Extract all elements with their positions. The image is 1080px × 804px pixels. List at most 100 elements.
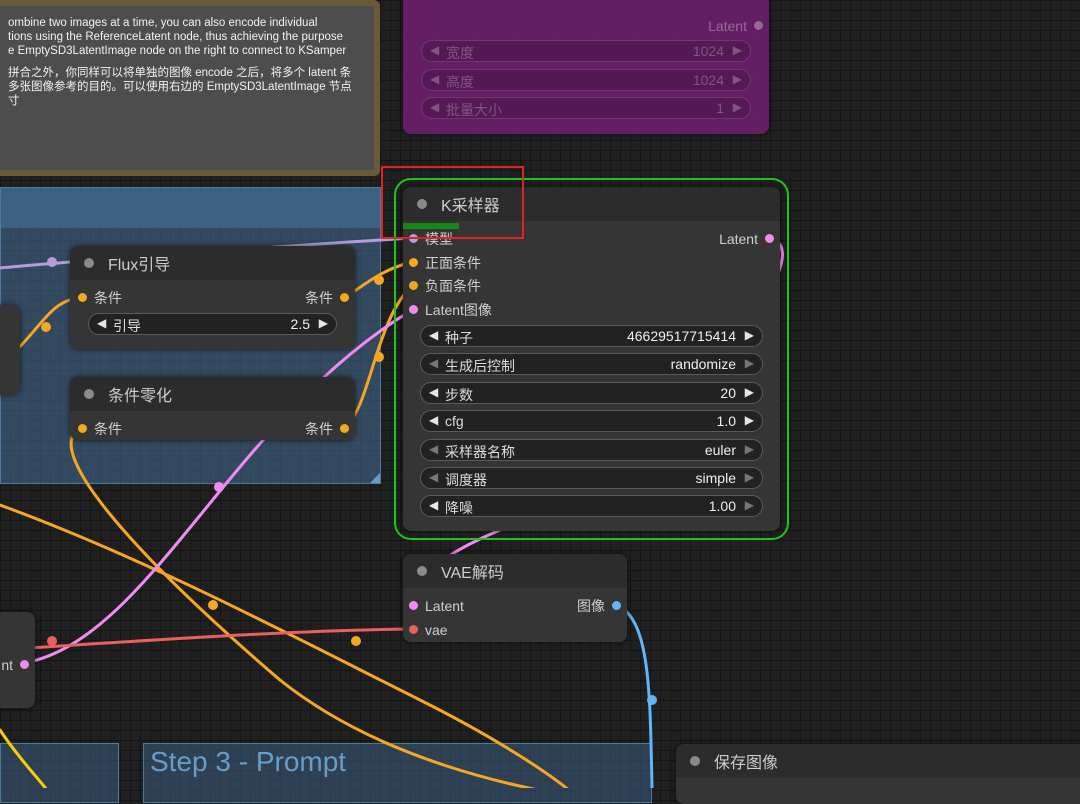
widget-label: 步数 (445, 387, 473, 403)
latent-output-dot[interactable] (754, 21, 763, 30)
cfg-widget[interactable]: ◀ cfg 1.0 ▶ (420, 410, 763, 432)
vae-input-dot[interactable] (409, 625, 418, 634)
decrement-icon[interactable]: ◀ (429, 356, 438, 370)
model-input-dot[interactable] (409, 234, 418, 243)
latent-input-dot[interactable] (409, 305, 418, 314)
increment-icon[interactable]: ▶ (745, 328, 754, 342)
increment-icon[interactable]: ▶ (745, 470, 754, 484)
increment-icon[interactable]: ▶ (733, 43, 742, 57)
node-header[interactable]: Flux引导 (70, 246, 355, 280)
image-output-dot[interactable] (612, 601, 621, 610)
partial-node-left-upper[interactable] (0, 305, 20, 395)
input-slot-conditioning[interactable]: 条件 (78, 421, 122, 437)
positive-input-dot[interactable] (409, 258, 418, 267)
increment-icon[interactable]: ▶ (733, 100, 742, 114)
slot-label: 模型 (425, 231, 453, 247)
decrement-icon[interactable]: ◀ (429, 498, 438, 512)
node-header[interactable]: K采样器 (403, 187, 780, 221)
vae-decode-node[interactable]: VAE解码 Latent vae 图像 (403, 554, 627, 642)
slot-label: Latent (425, 598, 464, 614)
slot-label: vae (425, 622, 448, 638)
latent-input-dot[interactable] (409, 601, 418, 610)
collapse-dot[interactable] (84, 389, 94, 399)
node-title: 条件零化 (108, 388, 173, 405)
widget-label: cfg (445, 413, 464, 429)
widget-label: 调度器 (445, 472, 487, 488)
conditioning-zero-out-node[interactable]: 条件零化 条件 条件 (70, 377, 355, 440)
seed-widget[interactable]: ◀ 种子 46629517715414 ▶ (420, 325, 763, 347)
decrement-icon[interactable]: ◀ (430, 100, 439, 114)
output-slot-image[interactable]: 图像 (577, 598, 621, 614)
steps-widget[interactable]: ◀ 步数 20 ▶ (420, 382, 763, 404)
collapse-dot[interactable] (417, 199, 427, 209)
negative-input-dot[interactable] (409, 281, 418, 290)
input-slot-vae[interactable]: vae (409, 622, 448, 638)
denoise-widget[interactable]: ◀ 降噪 1.00 ▶ (420, 495, 763, 517)
latent-output-slot[interactable]: Latent (708, 18, 763, 34)
increment-icon[interactable]: ▶ (733, 72, 742, 86)
ksampler-node[interactable]: K采样器 模型 正面条件 负面条件 Latent图像 Latent ◀ 种子 4… (394, 178, 789, 540)
partial-node-left-lower[interactable]: nt (0, 612, 35, 708)
slot-label: 图像 (577, 598, 605, 614)
control-after-generate-widget[interactable]: ◀ 生成后控制 randomize ▶ (420, 353, 763, 375)
increment-icon[interactable]: ▶ (745, 413, 754, 427)
increment-icon[interactable]: ▶ (319, 316, 328, 330)
collapse-dot[interactable] (690, 756, 700, 766)
input-slot-latent[interactable]: Latent (409, 598, 464, 614)
decrement-icon[interactable]: ◀ (430, 43, 439, 57)
output-slot-latent[interactable]: nt (1, 657, 29, 673)
slot-label: Latent图像 (425, 302, 492, 318)
slot-label: 条件 (305, 421, 333, 437)
flux-guidance-node[interactable]: Flux引导 条件 条件 ◀ 引导 2.5 ▶ (70, 246, 355, 349)
conditioning-input-dot[interactable] (78, 424, 87, 433)
conditioning-output-dot[interactable] (340, 293, 349, 302)
save-image-node[interactable]: 保存图像 (676, 744, 1080, 804)
decrement-icon[interactable]: ◀ (429, 442, 438, 456)
increment-icon[interactable]: ▶ (745, 356, 754, 370)
conditioning-output-dot[interactable] (340, 424, 349, 433)
decrement-icon[interactable]: ◀ (430, 72, 439, 86)
node-header[interactable]: VAE解码 (403, 554, 627, 588)
input-slot-negative[interactable]: 负面条件 (409, 278, 481, 294)
widget-label: 种子 (445, 330, 473, 346)
conditioning-input-dot[interactable] (78, 293, 87, 302)
widget-value: 46629517715414 (626, 328, 736, 344)
widget-value: 1.0 (716, 413, 736, 429)
scheduler-widget[interactable]: ◀ 调度器 simple ▶ (420, 467, 763, 489)
output-slot-latent[interactable]: Latent (719, 231, 774, 247)
node-title: VAE解码 (441, 565, 504, 582)
input-slot-model[interactable]: 模型 (409, 231, 453, 247)
node-title: K采样器 (441, 198, 500, 215)
input-slot-latent-image[interactable]: Latent图像 (409, 302, 492, 318)
node-title: Flux引导 (108, 257, 171, 274)
latent-output-dot[interactable] (765, 234, 774, 243)
latent-output-dot[interactable] (20, 660, 29, 669)
slot-label: 负面条件 (425, 278, 481, 294)
input-slot-conditioning[interactable]: 条件 (78, 290, 122, 306)
collapse-dot[interactable] (84, 258, 94, 268)
width-widget[interactable]: ◀ 宽度 1024 ▶ (421, 40, 751, 62)
batch-size-widget[interactable]: ◀ 批量大小 1 ▶ (421, 97, 751, 119)
decrement-icon[interactable]: ◀ (429, 328, 438, 342)
decrement-icon[interactable]: ◀ (429, 470, 438, 484)
empty-latent-node[interactable]: Latent ◀ 宽度 1024 ▶ ◀ 高度 1024 ▶ ◀ 批量大小 1 … (403, 0, 769, 134)
increment-icon[interactable]: ▶ (745, 385, 754, 399)
decrement-icon[interactable]: ◀ (429, 385, 438, 399)
output-slot-conditioning[interactable]: 条件 (305, 421, 349, 437)
node-header[interactable]: 条件零化 (70, 377, 355, 411)
input-slot-positive[interactable]: 正面条件 (409, 255, 481, 271)
decrement-icon[interactable]: ◀ (429, 413, 438, 427)
widget-label: 降噪 (445, 500, 473, 516)
height-widget[interactable]: ◀ 高度 1024 ▶ (421, 69, 751, 91)
node-header[interactable]: 保存图像 (676, 744, 1080, 778)
increment-icon[interactable]: ▶ (745, 498, 754, 512)
increment-icon[interactable]: ▶ (745, 442, 754, 456)
decrement-icon[interactable]: ◀ (97, 316, 106, 330)
sampler-name-widget[interactable]: ◀ 采样器名称 euler ▶ (420, 439, 763, 461)
collapse-dot[interactable] (417, 566, 427, 576)
guidance-widget[interactable]: ◀ 引导 2.5 ▶ (88, 313, 337, 335)
widget-value: 1024 (692, 72, 724, 88)
widget-label: 采样器名称 (445, 444, 515, 460)
widget-value: euler (704, 442, 736, 458)
output-slot-conditioning[interactable]: 条件 (305, 290, 349, 306)
